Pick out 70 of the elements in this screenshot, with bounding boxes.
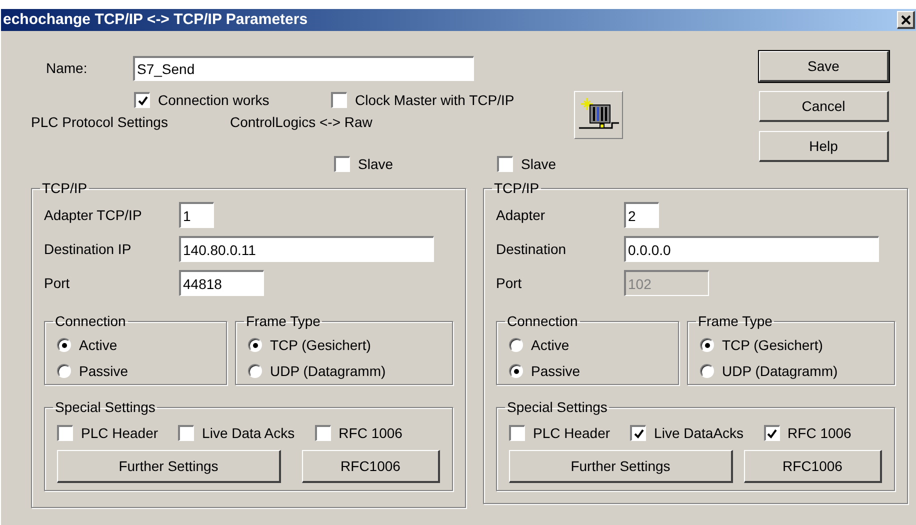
checkbox[interactable] xyxy=(334,156,350,172)
checkbox-label: Live Data Acks xyxy=(202,424,295,442)
input-field[interactable]: 1 xyxy=(179,202,214,228)
field-label: Adapter TCP/IP xyxy=(44,206,143,225)
group-title: TCP/IP xyxy=(41,179,88,198)
checkbox-label: RFC 1006 xyxy=(338,424,402,442)
dialog-button[interactable]: Further Settings xyxy=(509,450,733,483)
checkbox-label: Clock Master with TCP/IP xyxy=(355,90,514,110)
field-label: Port xyxy=(44,274,71,292)
field-label: Destination xyxy=(496,240,568,258)
field-label: Name: xyxy=(46,58,88,78)
checkbox[interactable] xyxy=(497,156,513,172)
group-title: Frame Type xyxy=(245,312,322,331)
input-field[interactable]: 2 xyxy=(624,202,659,228)
checkbox-label: Slave xyxy=(521,154,556,174)
checkbox-label: Connection works xyxy=(158,90,270,110)
radio-label: Active xyxy=(531,336,570,354)
radio-button[interactable] xyxy=(57,364,71,378)
checkbox[interactable] xyxy=(134,92,150,108)
dialog-button[interactable]: RFC1006 xyxy=(744,450,882,483)
radio-label: Passive xyxy=(79,362,128,380)
radio-label: Passive xyxy=(531,362,580,380)
checkbox[interactable] xyxy=(314,425,331,441)
group-title: Special Settings xyxy=(54,398,156,417)
input-field[interactable]: 44818 xyxy=(179,270,264,296)
device-icon-button[interactable] xyxy=(574,91,624,139)
radio-label: TCP (Gesichert) xyxy=(722,336,823,355)
window-title: echochange TCP/IP <-> TCP/IP Parameters xyxy=(3,10,308,30)
checkbox[interactable] xyxy=(331,92,347,108)
radio-button[interactable] xyxy=(700,364,714,378)
checkbox[interactable] xyxy=(178,425,194,441)
close-button[interactable] xyxy=(897,11,915,29)
radio-button[interactable] xyxy=(700,338,714,352)
group-title: Special Settings xyxy=(506,398,608,417)
radio-button[interactable] xyxy=(248,338,262,352)
checkbox-label: RFC 1006 xyxy=(788,424,852,442)
radio-label: UDP (Datagramm) xyxy=(722,362,838,381)
protocol-value: ControlLogics <-> Raw xyxy=(230,112,372,132)
checkbox-label: Live DataAcks xyxy=(654,424,744,442)
dialog-button[interactable]: RFC1006 xyxy=(302,450,440,483)
radio-button[interactable] xyxy=(248,364,262,378)
checkbox[interactable] xyxy=(630,425,646,441)
close-icon xyxy=(900,14,910,24)
checkbox[interactable] xyxy=(764,425,780,441)
group-title: TCP/IP xyxy=(493,179,540,198)
dialog-button[interactable]: Save xyxy=(759,51,889,82)
checkbox-label: PLC Header xyxy=(533,424,610,442)
dialog-button[interactable]: Cancel xyxy=(759,91,889,122)
dialog-button[interactable]: Further Settings xyxy=(57,450,281,483)
checkbox[interactable] xyxy=(57,425,73,441)
group-title: Connection xyxy=(506,312,579,331)
checkbox-label: PLC Header xyxy=(81,424,158,442)
input-field[interactable]: 140.80.0.11 xyxy=(179,236,434,262)
radio-button[interactable] xyxy=(57,338,71,352)
field-label: PLC Protocol Settings xyxy=(31,112,169,132)
field-label: Port xyxy=(496,274,523,292)
field-label: Destination IP xyxy=(44,240,132,258)
radio-label: Active xyxy=(79,336,118,354)
name-field[interactable]: S7_Send xyxy=(133,56,474,80)
input-field[interactable]: 0.0.0.0 xyxy=(624,236,879,262)
radio-button[interactable] xyxy=(509,364,523,378)
checkbox[interactable] xyxy=(509,425,525,441)
checkbox-label: Slave xyxy=(358,154,394,174)
radio-button[interactable] xyxy=(509,338,523,352)
field-label: Adapter xyxy=(496,206,546,225)
group-title: Frame Type xyxy=(697,312,774,331)
radio-label: TCP (Gesichert) xyxy=(270,336,371,355)
radio-label: UDP (Datagramm) xyxy=(270,362,386,381)
dialog-button[interactable]: Help xyxy=(759,131,889,162)
group-title: Connection xyxy=(54,312,127,331)
